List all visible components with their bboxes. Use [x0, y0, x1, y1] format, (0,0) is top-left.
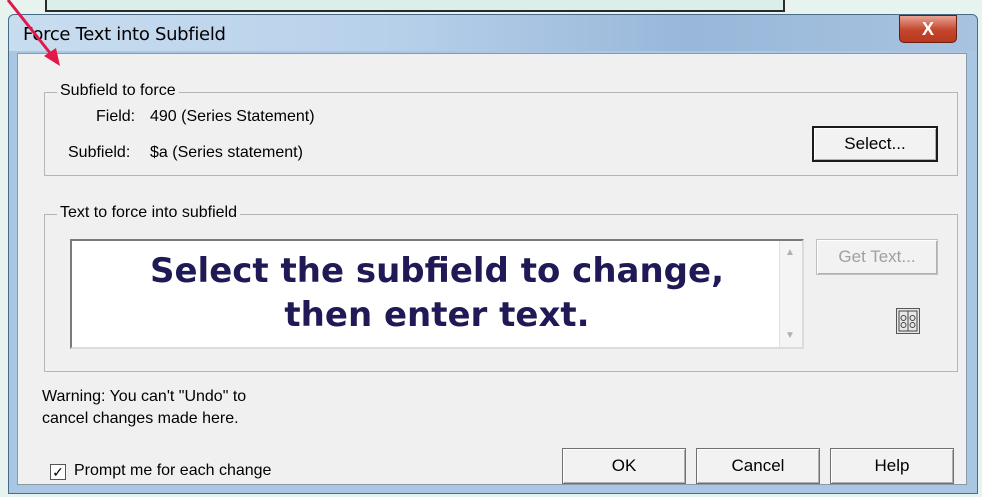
scroll-down-icon[interactable]: ▼ — [785, 330, 795, 341]
annotation-arrow-icon — [6, 0, 60, 66]
help-button[interactable]: Help — [830, 448, 954, 484]
ok-button[interactable]: OK — [562, 448, 686, 484]
select-button[interactable]: Select... — [812, 126, 938, 162]
scroll-up-icon[interactable]: ▲ — [785, 247, 795, 258]
field-label: Field: — [96, 108, 136, 125]
get-text-button[interactable]: Get Text... — [816, 239, 938, 275]
prompt-checkbox-label[interactable]: Prompt me for each change — [74, 462, 271, 480]
text-scrollbar[interactable]: ▲ ▼ — [779, 241, 802, 347]
subfield-group-legend: Subfield to force — [57, 82, 179, 100]
warning-line2: cancel changes made here. — [42, 410, 239, 427]
insert-special-icon[interactable] — [896, 308, 920, 334]
instruction-overlay-line1: Select the subfield to change, — [150, 251, 724, 291]
title-bar: Force Text into Subfield X — [9, 15, 977, 51]
subfield-label: Subfield: — [68, 144, 131, 161]
subfield-value: $a (Series statement) — [150, 144, 303, 161]
close-icon: X — [921, 19, 934, 39]
dialog-window: Force Text into Subfield X Subfield to f… — [8, 14, 978, 494]
background-window-edge — [45, 0, 785, 12]
instruction-overlay-line2: then enter text. — [284, 295, 590, 335]
field-value: 490 (Series Statement) — [150, 108, 315, 125]
warning-line1: Warning: You can't "Undo" to — [42, 388, 247, 405]
prompt-checkbox[interactable]: ✓ — [50, 464, 66, 480]
cancel-button[interactable]: Cancel — [696, 448, 820, 484]
checkmark-icon: ✓ — [52, 464, 64, 480]
dialog-client-area: Subfield to force Field: 490 (Series Sta… — [17, 53, 967, 485]
text-group-legend: Text to force into subfield — [57, 204, 240, 222]
close-button[interactable]: X — [899, 15, 957, 43]
text-input-area[interactable]: Select the subfield to change, then ente… — [70, 239, 804, 349]
